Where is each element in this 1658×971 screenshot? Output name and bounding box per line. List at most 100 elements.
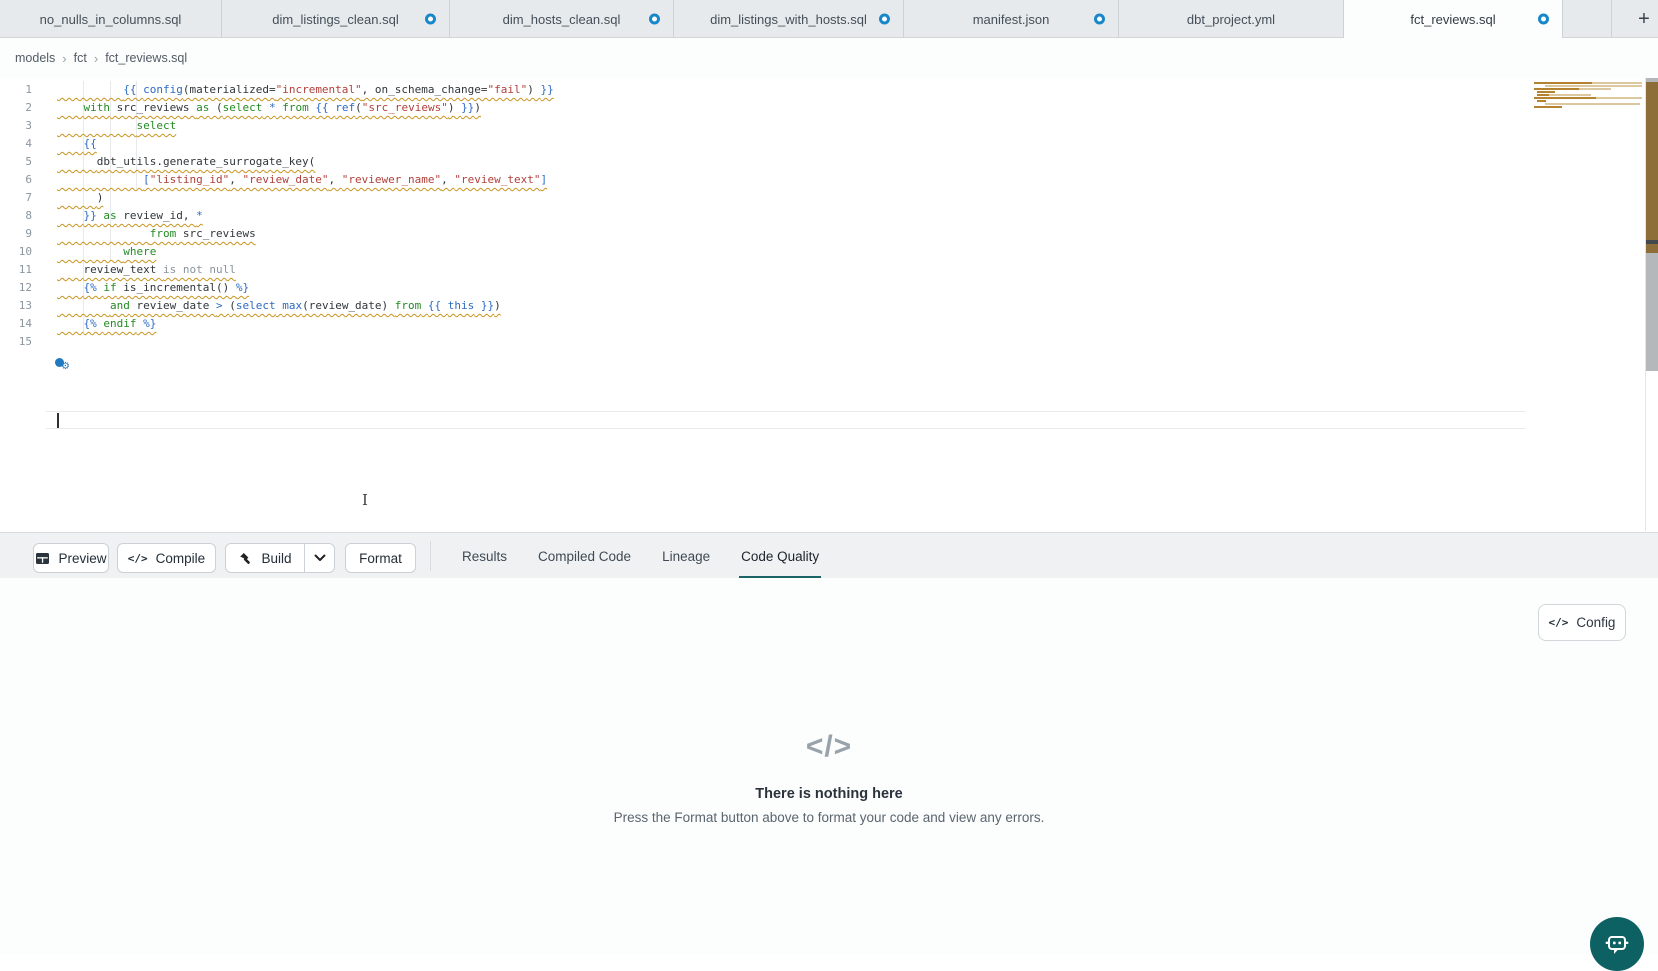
file-tab-dbt_project.yml[interactable]: dbt_project.yml — [1119, 0, 1344, 38]
breadcrumb-item-models[interactable]: models — [15, 51, 55, 65]
code-text: select — [46, 117, 176, 135]
file-tab-fct_reviews.sql[interactable]: fct_reviews.sql — [1344, 0, 1563, 38]
preview-button[interactable]: Preview — [33, 543, 109, 573]
modified-dot-icon — [1094, 14, 1105, 25]
code-line-10[interactable]: 10 where — [0, 243, 1645, 261]
code-line-5[interactable]: 5 dbt_utils.generate_surrogate_key( — [0, 153, 1645, 171]
code-text: review_text is not null — [46, 261, 236, 279]
file-tab-dim_listings_clean.sql[interactable]: dim_listings_clean.sql — [222, 0, 450, 38]
format-button[interactable]: Format — [345, 543, 416, 573]
breadcrumb-item-fct[interactable]: fct — [74, 51, 87, 65]
modified-dot-icon — [1538, 14, 1549, 25]
line-number: 7 — [0, 189, 46, 207]
code-line-9[interactable]: 9 from src_reviews — [0, 225, 1645, 243]
code-tag-icon: </> — [1549, 616, 1569, 629]
new-tab-button[interactable]: + — [1631, 5, 1657, 33]
code-text: from src_reviews — [46, 225, 256, 243]
config-button[interactable]: </> Config — [1538, 604, 1626, 641]
panel-tab-list: Results Compiled Code Lineage Code Quality — [460, 533, 821, 579]
code-editor[interactable]: 1 {{ config(materialized="incremental", … — [0, 78, 1645, 531]
overview-warning-marks — [1646, 82, 1658, 240]
compile-button[interactable]: </> Compile — [117, 543, 216, 573]
config-button-label: Config — [1576, 615, 1615, 630]
file-tab-manifest.json[interactable]: manifest.json — [904, 0, 1119, 38]
code-line-4[interactable]: 4 {{ — [0, 135, 1645, 153]
chevron-right-icon: › — [62, 51, 66, 66]
panel-tab-results[interactable]: Results — [460, 533, 509, 579]
line-number: 9 — [0, 225, 46, 243]
minimap-line — [1592, 82, 1642, 84]
code-text: {{ config(materialized="incremental", on… — [46, 81, 554, 99]
code-line-14[interactable]: 14 {% endif %} — [0, 315, 1645, 333]
code-action-lightbulb-icon[interactable]: ⚙ — [55, 358, 71, 374]
breadcrumb-bar: models › fct › fct_reviews.sql Save — [0, 38, 1658, 78]
line-number: 11 — [0, 261, 46, 279]
modified-dot-icon — [879, 14, 890, 25]
chevron-right-icon: › — [94, 51, 98, 66]
line-number: 15 — [0, 333, 46, 351]
line-number: 13 — [0, 297, 46, 315]
table-grid-icon — [35, 551, 50, 566]
scrollbar-thumb[interactable] — [1646, 253, 1658, 371]
build-split-button: Build — [225, 543, 335, 573]
file-tab-dim_hosts_clean.sql[interactable]: dim_hosts_clean.sql — [450, 0, 674, 38]
code-text: ["listing_id", "review_date", "reviewer_… — [46, 171, 547, 189]
minimap-line — [1534, 97, 1596, 99]
code-line-8[interactable]: 8 }} as review_id, * — [0, 207, 1645, 225]
file-tab-label: dim_hosts_clean.sql — [503, 12, 621, 27]
code-line-11[interactable]: 11 review_text is not null — [0, 261, 1645, 279]
current-line-highlight — [46, 411, 1526, 429]
code-line-13[interactable]: 13 and review_date > (select max(review_… — [0, 297, 1645, 315]
build-button[interactable]: Build — [226, 544, 305, 572]
dbt-cloud-ide: { "tab_bar": { "tabs": [ {"label": "no_n… — [0, 0, 1658, 955]
file-tab-label: fct_reviews.sql — [1410, 12, 1495, 27]
minimap-line — [1579, 88, 1611, 90]
minimap-line — [1596, 97, 1642, 99]
compile-button-label: Compile — [156, 551, 206, 566]
file-tab-no_nulls_in_columns.sql[interactable]: no_nulls_in_columns.sql — [0, 0, 222, 38]
code-text: and review_date > (select max(review_dat… — [46, 297, 501, 315]
code-line-12[interactable]: 12 {% if is_incremental() %} — [0, 279, 1645, 297]
minimap-line — [1549, 94, 1591, 96]
file-tab-dim_listings_with_hosts.sql[interactable]: dim_listings_with_hosts.sql — [674, 0, 904, 38]
chevron-down-icon — [314, 554, 326, 562]
code-text: }} as review_id, * — [46, 207, 203, 225]
line-number: 1 — [0, 81, 46, 99]
line-number: 3 — [0, 117, 46, 135]
minimap-line — [1537, 94, 1549, 96]
file-tab-label: dbt_project.yml — [1187, 12, 1275, 27]
build-dropdown-button[interactable] — [305, 544, 334, 572]
minimap-line — [1534, 88, 1579, 90]
code-line-3[interactable]: 3 select — [0, 117, 1645, 135]
text-cursor — [57, 413, 59, 428]
code-text: {% if is_incremental() %} — [46, 279, 249, 297]
panel-tab-lineage[interactable]: Lineage — [660, 533, 712, 579]
file-tab-label: dim_listings_clean.sql — [272, 12, 398, 27]
line-number: 10 — [0, 243, 46, 261]
code-text: {% endif %} — [46, 315, 156, 333]
breadcrumb-item-file: fct_reviews.sql — [105, 51, 187, 65]
code-text: where — [46, 243, 156, 261]
assistant-chat-fab[interactable] — [1590, 917, 1644, 971]
file-tab-strip: no_nulls_in_columns.sql dim_listings_clea… — [0, 0, 1563, 37]
overview-warning-marks — [1646, 244, 1658, 253]
line-number: 8 — [0, 207, 46, 225]
code-line-1[interactable]: 1 {{ config(materialized="incremental", … — [0, 81, 1645, 99]
panel-tab-compiled-code[interactable]: Compiled Code — [536, 533, 633, 579]
format-button-label: Format — [359, 551, 402, 566]
breadcrumb: models › fct › fct_reviews.sql — [15, 38, 187, 78]
code-text: with src_reviews as (select * from {{ re… — [46, 99, 481, 117]
editor-scrollbar[interactable] — [1645, 78, 1658, 531]
panel-tab-code-quality[interactable]: Code Quality — [739, 533, 821, 579]
code-line-15[interactable]: 15 — [0, 333, 1645, 351]
code-text: {{ — [46, 135, 97, 153]
code-line-6[interactable]: 6 ["listing_id", "review_date", "reviewe… — [0, 171, 1645, 189]
build-button-label: Build — [261, 551, 291, 566]
code-line-2[interactable]: 2 with src_reviews as (select * from {{ … — [0, 99, 1645, 117]
code-line-7[interactable]: 7 ) — [0, 189, 1645, 207]
empty-state-title: There is nothing here — [0, 786, 1658, 802]
bottom-toolbar: Preview </> Compile Build Format Results… — [0, 532, 1658, 580]
file-tab-label: no_nulls_in_columns.sql — [40, 12, 182, 27]
file-tab-bar: no_nulls_in_columns.sql dim_listings_clea… — [0, 0, 1658, 38]
code-text: ) — [46, 189, 103, 207]
